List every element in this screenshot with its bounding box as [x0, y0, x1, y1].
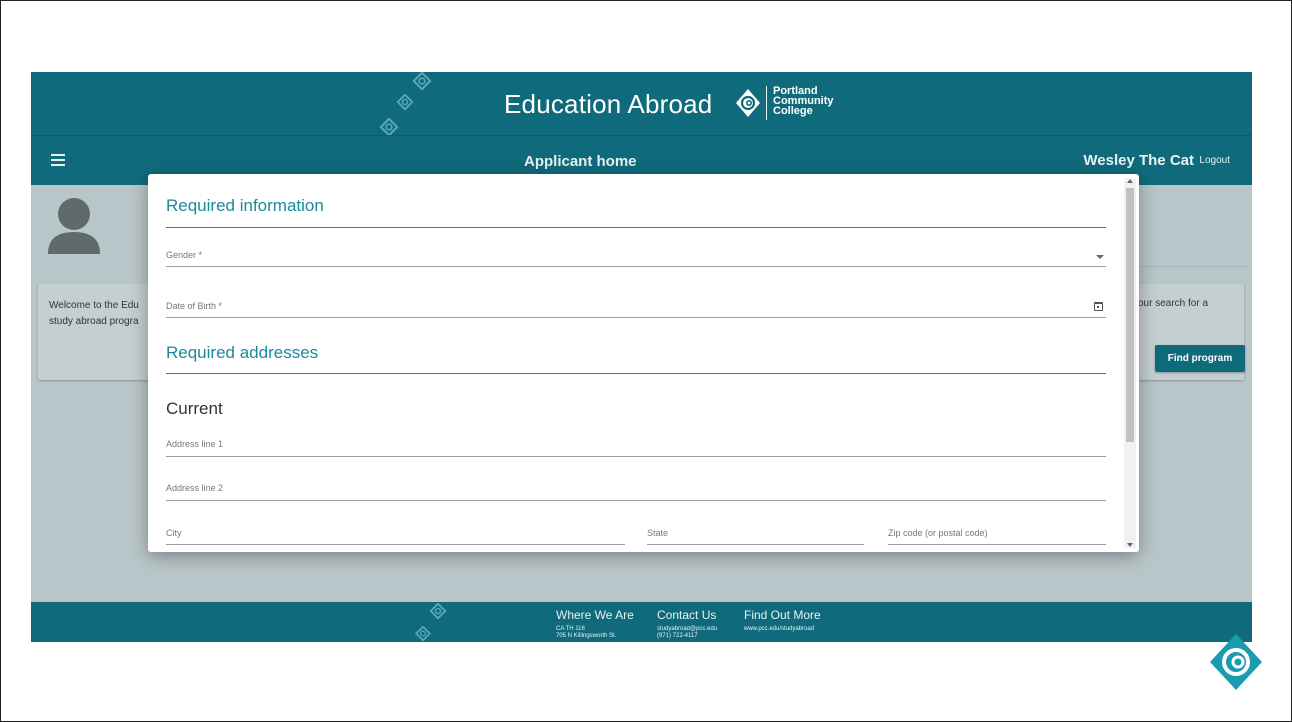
menu-icon[interactable]: [51, 154, 65, 166]
current-address-heading: Current: [166, 399, 223, 418]
footer-contact-phone: (971) 722-4117: [657, 633, 698, 639]
field-underline: [647, 544, 864, 545]
gender-select[interactable]: Gender *: [166, 246, 1106, 267]
footer-more: Find Out More www.pcc.edu/studyabroad: [744, 608, 821, 633]
address-line-1-label: Address line 1: [166, 439, 224, 449]
scroll-down-icon[interactable]: [1127, 543, 1133, 547]
field-underline: [166, 544, 625, 545]
footer-contact-email[interactable]: studyabroad@pcc.edu: [657, 626, 717, 633]
page-title: Applicant home: [524, 153, 637, 170]
gender-label: Gender *: [166, 250, 203, 260]
scroll-thumb[interactable]: [1126, 188, 1134, 442]
city-label: City: [166, 528, 182, 538]
zip-code-label: Zip code (or postal code): [888, 528, 988, 538]
avatar-icon: [48, 198, 100, 254]
calendar-icon[interactable]: [1094, 302, 1103, 311]
field-underline: [166, 456, 1106, 457]
address-line-2-input[interactable]: Address line 2: [166, 480, 1106, 501]
footer-contact-title: Contact Us: [657, 608, 717, 622]
welcome-text-right: our search for a: [1138, 298, 1209, 309]
field-underline: [888, 544, 1106, 545]
address-line-1-input[interactable]: Address line 1: [166, 436, 1106, 457]
field-underline: [166, 266, 1106, 267]
footer: Where We Are CA TH 116 705 N Killingswor…: [31, 602, 1252, 642]
address-line-2-label: Address line 2: [166, 483, 224, 493]
pcc-swirl-logo-icon: [736, 89, 760, 117]
swirl-decoration-icon: [412, 72, 432, 90]
slide-frame: Education Abroad Portland Community Coll…: [0, 0, 1292, 722]
find-program-button[interactable]: Find program: [1155, 345, 1245, 372]
user-name[interactable]: Wesley The Cat: [1083, 152, 1194, 169]
date-of-birth-field[interactable]: Date of Birth *: [166, 297, 1106, 318]
header-banner: Education Abroad Portland Community Coll…: [31, 72, 1252, 136]
footer-where-line1: CA TH 116: [556, 626, 585, 632]
dob-label: Date of Birth *: [166, 301, 223, 311]
field-underline: [166, 317, 1106, 318]
welcome-text: Welcome to the Edu study abroad progra: [49, 298, 139, 330]
swirl-decoration-icon: [396, 94, 414, 110]
required-addresses-heading: Required addresses: [166, 343, 319, 362]
city-input[interactable]: City: [166, 524, 625, 545]
field-underline: [166, 500, 1106, 501]
welcome-line-1: Welcome to the Edu: [49, 300, 139, 311]
college-wordmark: Portland Community College: [773, 86, 834, 117]
chevron-down-icon[interactable]: [1096, 255, 1104, 259]
footer-where-line2: 705 N Killingsworth St.: [556, 633, 617, 639]
footer-where-title: Where We Are: [556, 608, 634, 622]
profile-divider: [1129, 266, 1249, 267]
dialog-scrollbar[interactable]: [1124, 178, 1136, 548]
swirl-decoration-icon: [414, 626, 432, 641]
state-input[interactable]: State: [647, 524, 864, 545]
state-label: State: [647, 528, 669, 538]
footer-where: Where We Are CA TH 116 705 N Killingswor…: [556, 608, 634, 640]
pcc-swirl-logo-icon: [1210, 634, 1262, 690]
footer-contact: Contact Us studyabroad@pcc.edu (971) 722…: [657, 608, 717, 640]
swirl-decoration-icon: [379, 118, 399, 136]
scroll-up-icon[interactable]: [1127, 179, 1133, 183]
logout-button[interactable]: Logout: [1199, 155, 1230, 166]
footer-more-link[interactable]: www.pcc.edu/studyabroad: [744, 626, 821, 633]
swirl-decoration-icon: [429, 603, 447, 619]
college-line-3: College: [773, 105, 813, 117]
section-rule: [166, 227, 1106, 228]
required-info-dialog: Required information Gender * Date of Bi…: [148, 174, 1139, 552]
welcome-line-2: study abroad progra: [49, 316, 139, 327]
banner-title: Education Abroad: [504, 89, 713, 119]
logo-divider: [766, 86, 767, 120]
footer-more-title: Find Out More: [744, 608, 821, 622]
zip-code-input[interactable]: Zip code (or postal code): [888, 524, 1106, 545]
required-information-heading: Required information: [166, 196, 324, 215]
section-rule: [166, 373, 1106, 374]
